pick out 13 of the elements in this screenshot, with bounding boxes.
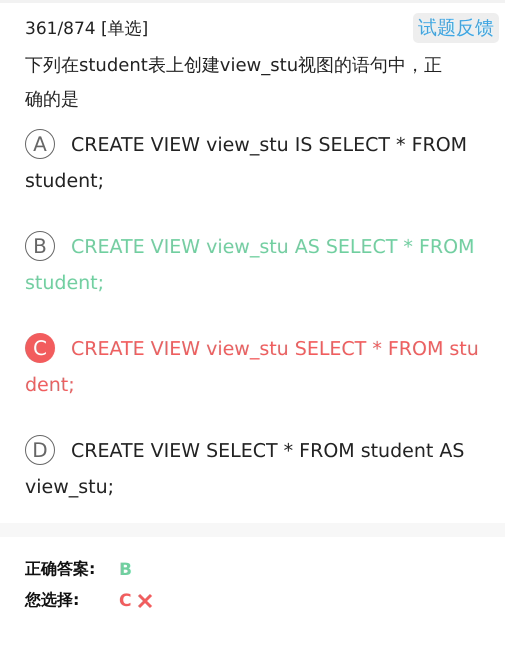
correct-answer-value: B: [119, 560, 133, 580]
your-choice-value: C: [119, 590, 132, 610]
option-text[interactable]: C CREATE VIEW view_stu SELECT * FROM student;: [25, 331, 499, 403]
option-letter[interactable]: B: [25, 230, 55, 261]
option-letter[interactable]: A: [25, 128, 55, 159]
your-choice-label: 您选择:: [25, 590, 80, 611]
correct-answer-label: 正确答案:: [25, 559, 96, 580]
option-text[interactable]: B CREATE VIEW view_stu AS SELECT * FROM student;: [25, 229, 499, 301]
option-text[interactable]: D CREATE VIEW SELECT * FROM student AS view_stu;: [25, 433, 499, 505]
option-letter[interactable]: D: [25, 434, 55, 465]
option-letter[interactable]: C: [25, 332, 55, 363]
option-text[interactable]: A CREATE VIEW view_stu IS SELECT * FROM student;: [25, 127, 499, 199]
question-text: 下列在student表上创建view_stu视图的语句中，正确的是: [25, 54, 444, 112]
